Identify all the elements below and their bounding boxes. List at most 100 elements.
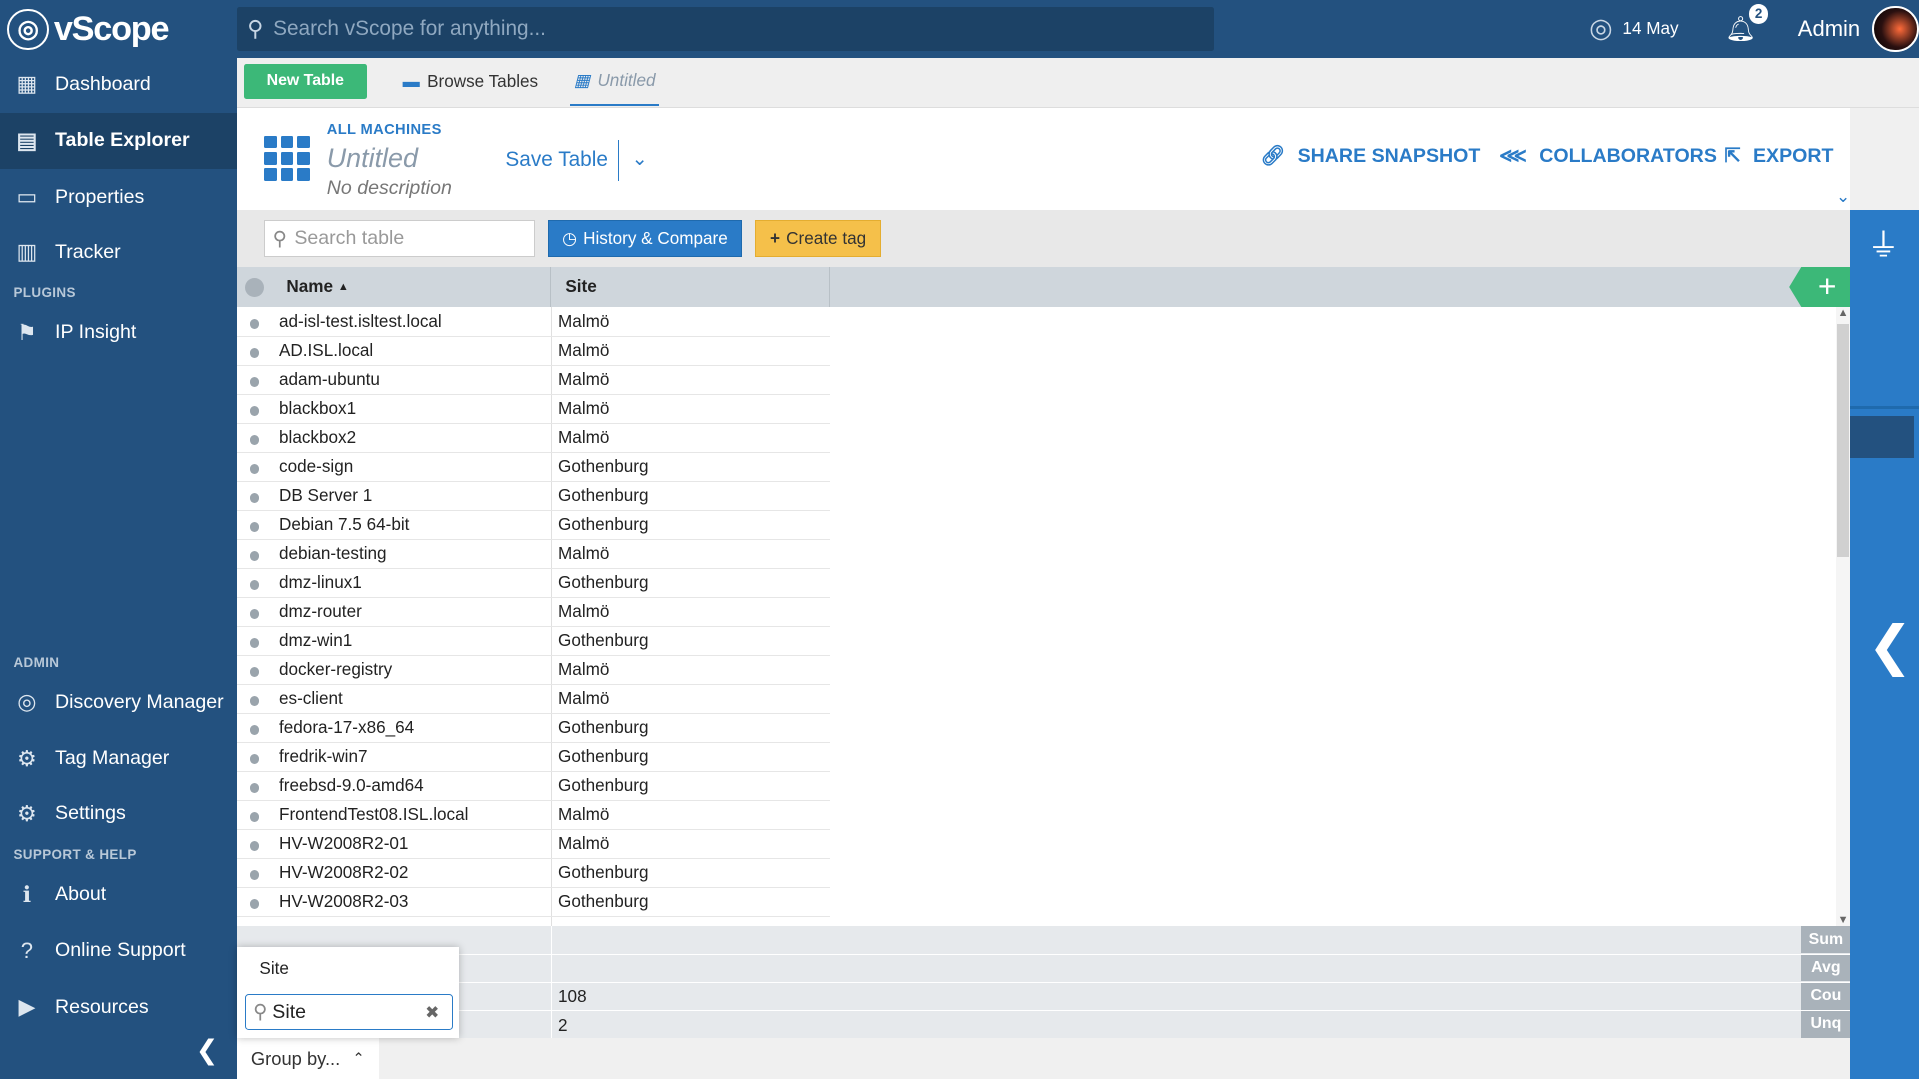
row-select-checkbox[interactable]	[249, 696, 260, 707]
table-row[interactable]: ad-isl-test.isltest.local Malmö	[237, 307, 830, 337]
select-all-checkbox[interactable]	[244, 277, 265, 298]
table-row[interactable]: fedora-17-x86_64 Gothenburg	[237, 713, 830, 743]
table-row[interactable]: adam-ubuntu Malmö	[237, 365, 830, 395]
scrollbar-thumb[interactable]	[1836, 324, 1850, 557]
table-row[interactable]: es-client Malmö	[237, 684, 830, 714]
share-snapshot-button[interactable]: 🔗︎ SHARE SNAPSHOT	[1261, 144, 1481, 168]
table-scrollbar[interactable]: ▲ ▼	[1835, 307, 1851, 927]
column-header-site[interactable]: Site	[551, 266, 830, 308]
unique-label[interactable]: Unq	[1801, 1010, 1851, 1038]
sidebar-item-tag-manager[interactable]: ⚙ Tag Manager	[0, 731, 237, 787]
breadcrumb[interactable]: ALL MACHINES	[327, 122, 442, 138]
sidebar-item-about[interactable]: ℹ About	[0, 866, 237, 922]
cell-site: Gothenburg	[558, 513, 649, 534]
expand-panel-icon[interactable]: ❮	[1868, 614, 1913, 677]
add-column-button[interactable]: +	[1789, 266, 1851, 308]
tab-browse-tables[interactable]: ▬ Browse Tables	[403, 58, 539, 107]
table-row[interactable]: AD.ISL.local Malmö	[237, 336, 830, 366]
sidebar-item-ip-insight[interactable]: ⚑ IP Insight	[0, 305, 237, 361]
row-select-checkbox[interactable]	[249, 812, 260, 823]
table-row[interactable]: freebsd-9.0-amd64 Gothenburg	[237, 771, 830, 801]
scroll-down-icon[interactable]: ▼	[1836, 914, 1851, 926]
row-select-checkbox[interactable]	[249, 348, 260, 359]
global-search-input[interactable]: ⚲ Search vScope for anything...	[237, 7, 1214, 52]
sidebar-item-settings[interactable]: ⚙ Settings	[0, 786, 237, 842]
table-search-input[interactable]: ⚲ Search table	[264, 220, 535, 257]
avg-label[interactable]: Avg	[1801, 954, 1851, 982]
row-select-checkbox[interactable]	[249, 841, 260, 852]
row-select-checkbox[interactable]	[249, 493, 260, 504]
page-title[interactable]: Untitled	[327, 143, 418, 174]
clear-icon[interactable]: ✖	[425, 1002, 439, 1023]
table-row[interactable]: dmz-router Malmö	[237, 597, 830, 627]
count-label[interactable]: Cou	[1801, 982, 1851, 1010]
table-row[interactable]: HV-W2008R2-03 Gothenburg	[237, 887, 830, 917]
create-tag-button[interactable]: + Create tag	[755, 220, 882, 257]
sidebar-item-properties[interactable]: ▭ Properties	[0, 169, 237, 225]
chevron-down-icon[interactable]: ⌄	[631, 147, 647, 171]
row-select-checkbox[interactable]	[249, 899, 260, 910]
avatar[interactable]	[1872, 5, 1919, 52]
collaborators-button[interactable]: ⋘ COLLABORATORS	[1499, 144, 1717, 168]
table-row[interactable]: code-sign Gothenburg	[237, 452, 830, 482]
cell-name: HV-W2008R2-01	[279, 832, 409, 853]
row-select-checkbox[interactable]	[249, 754, 260, 765]
sum-label[interactable]: Sum	[1801, 926, 1851, 954]
table-row[interactable]: dmz-linux1 Gothenburg	[237, 568, 830, 598]
vscope-logo[interactable]: ◎ vScope	[7, 7, 170, 51]
group-by-search-input[interactable]: ⚲ Site ✖	[244, 993, 453, 1031]
sidebar-item-dashboard[interactable]: ▦ Dashboard	[0, 56, 237, 112]
row-select-checkbox[interactable]	[249, 783, 260, 794]
row-select-checkbox[interactable]	[249, 580, 260, 591]
sidebar-item-table-explorer[interactable]: ▤ Table Explorer	[0, 112, 238, 169]
rail-selected-item[interactable]	[1850, 416, 1914, 458]
table-row[interactable]: dmz-win1 Gothenburg	[237, 626, 830, 656]
table-row[interactable]: Debian 7.5 64-bit Gothenburg	[237, 510, 830, 540]
row-select-checkbox[interactable]	[249, 638, 260, 649]
row-select-checkbox[interactable]	[249, 667, 260, 678]
row-select-checkbox[interactable]	[249, 464, 260, 475]
table-row[interactable]: blackbox2 Malmö	[237, 423, 830, 453]
bell-icon[interactable]: 🔔︎ 2	[1725, 3, 1769, 44]
cell-site: Malmö	[558, 426, 610, 447]
row-select-checkbox[interactable]	[249, 551, 260, 562]
row-select-checkbox[interactable]	[249, 435, 260, 446]
sidebar-item-tracker[interactable]: ▥ Tracker	[0, 224, 237, 280]
table-row[interactable]: HV-W2008R2-02 Gothenburg	[237, 858, 830, 888]
tab-untitled[interactable]: ▦ Untitled	[570, 58, 660, 107]
table-row[interactable]: docker-registry Malmö	[237, 655, 830, 685]
discovery-status-icon[interactable]: ◎	[1589, 13, 1612, 44]
table-description[interactable]: No description	[327, 177, 452, 200]
sidebar-item-online-support[interactable]: ? Online Support	[0, 923, 237, 979]
row-select-checkbox[interactable]	[249, 522, 260, 533]
collapse-sidebar-icon[interactable]: ❮	[196, 1035, 219, 1066]
table-row[interactable]: debian-testing Malmö	[237, 539, 830, 569]
user-name[interactable]: Admin	[1798, 16, 1860, 42]
cell-site: Malmö	[558, 600, 610, 621]
group-by-option-site[interactable]: Site	[259, 958, 289, 979]
row-select-checkbox[interactable]	[249, 870, 260, 881]
export-button[interactable]: ⇱ EXPORT	[1724, 144, 1833, 168]
row-select-checkbox[interactable]	[249, 377, 260, 388]
row-select-checkbox[interactable]	[249, 725, 260, 736]
sidebar-item-resources[interactable]: ▶ Resources	[0, 979, 237, 1035]
table-row[interactable]: blackbox1 Malmö	[237, 394, 830, 424]
table-row[interactable]: DB Server 1 Gothenburg	[237, 481, 830, 511]
cell-site: Malmö	[558, 339, 610, 360]
table-row[interactable]: FrontendTest08.ISL.local Malmö	[237, 800, 830, 830]
sidebar-item-discovery-manager[interactable]: ◎ Discovery Manager	[0, 674, 237, 730]
row-select-checkbox[interactable]	[249, 319, 260, 330]
row-select-checkbox[interactable]	[249, 609, 260, 620]
row-select-checkbox[interactable]	[249, 406, 260, 417]
save-table-button[interactable]: Save Table	[505, 148, 608, 172]
table-row[interactable]: fredrik-win7 Gothenburg	[237, 742, 830, 772]
expand-header-icon[interactable]: ⌄	[1836, 186, 1850, 207]
history-compare-button[interactable]: ◷ History & Compare	[548, 220, 742, 257]
scroll-up-icon[interactable]: ▲	[1836, 307, 1851, 319]
group-by-button[interactable]: Group by... ⌃	[237, 1037, 380, 1079]
filter-icon[interactable]: ⏚	[1868, 220, 1900, 266]
link-icon: 🔗︎	[1260, 145, 1286, 168]
table-row[interactable]: HV-W2008R2-01 Malmö	[237, 829, 830, 859]
column-header-name[interactable]: Name ▲	[272, 266, 551, 308]
new-table-button[interactable]: New Table	[243, 63, 368, 100]
